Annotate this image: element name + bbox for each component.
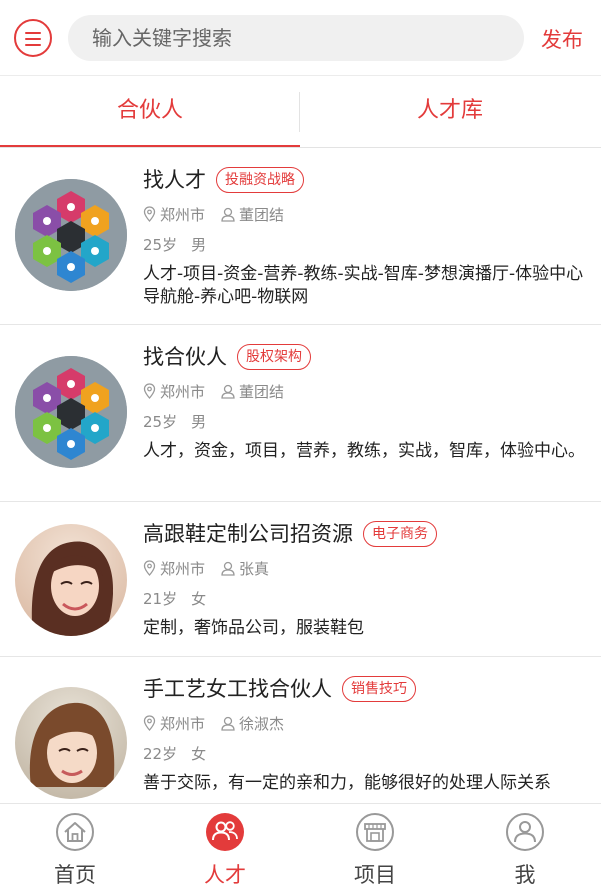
top-bar: 发布	[0, 0, 601, 76]
active-tab-indicator	[0, 145, 300, 147]
item-title[interactable]: 高跟鞋定制公司招资源 电子商务	[143, 518, 437, 548]
location-icon	[143, 560, 156, 576]
list-item[interactable]: 找合伙人 股权架构 郑州市 董团结 25岁男 人才，资金，项目，营养，教练，实战，智…	[0, 325, 601, 502]
item-title-text: 高跟鞋定制公司招资源	[143, 522, 353, 546]
avatar	[15, 524, 127, 636]
item-gender: 女	[191, 590, 207, 608]
item-meta: 郑州市 张真	[143, 558, 269, 579]
item-city: 郑州市	[160, 383, 206, 401]
publish-button[interactable]: 发布	[541, 24, 583, 54]
item-title-text: 找合伙人	[143, 345, 227, 369]
item-age: 25岁	[143, 236, 178, 254]
item-title-text: 找人才	[143, 168, 206, 192]
nav-me-label: 我	[514, 863, 536, 886]
user-icon	[221, 384, 235, 399]
menu-icon[interactable]	[14, 19, 52, 57]
bottom-nav: 首页 人才 项目 我	[0, 803, 601, 886]
item-age-gender: 21岁女	[143, 588, 206, 609]
item-description: 人才，资金，项目，营养，教练，实战，智库，体验中心。	[143, 441, 585, 461]
category-tag[interactable]: 投融资战略	[216, 167, 304, 193]
nav-projects[interactable]: 项目	[300, 804, 450, 886]
user-icon	[221, 716, 235, 731]
item-description: 人才-项目-资金-营养-教练-实战-智库-梦想演播厅-体验中心导航舱-养心吧-物…	[143, 264, 584, 307]
item-meta: 郑州市 董团结	[143, 381, 284, 402]
location-icon	[143, 383, 156, 399]
store-icon	[356, 813, 394, 851]
avatar	[15, 356, 127, 468]
item-age: 22岁	[143, 745, 178, 763]
tab-talent-pool[interactable]: 人才库	[300, 76, 600, 148]
list-item[interactable]: 高跟鞋定制公司招资源 电子商务 郑州市 张真 21岁女 定制，奢饰品公司，服装鞋包	[0, 502, 601, 657]
item-age-gender: 25岁男	[143, 411, 206, 432]
nav-projects-label: 项目	[354, 863, 396, 886]
tab-bar: 合伙人 人才库	[0, 76, 601, 148]
item-person: 董团结	[239, 206, 285, 224]
search-input[interactable]	[68, 15, 524, 61]
woman-photo-image	[15, 687, 127, 799]
search-box[interactable]	[68, 15, 524, 61]
item-gender: 男	[191, 236, 207, 254]
item-city: 郑州市	[160, 715, 206, 733]
user-icon	[221, 561, 235, 576]
item-title-text: 手工艺女工找合伙人	[143, 677, 332, 701]
avatar	[15, 179, 127, 291]
item-gender: 男	[191, 413, 207, 431]
location-icon	[143, 715, 156, 731]
user-icon	[221, 207, 235, 222]
item-city: 郑州市	[160, 560, 206, 578]
item-person: 董团结	[239, 383, 285, 401]
item-person: 徐淑杰	[239, 715, 285, 733]
location-icon	[143, 206, 156, 222]
list-item[interactable]: 找人才 投融资战略 郑州市 董团结 25岁男 人才-项目-资金-营养-教练-实战-智…	[0, 148, 601, 325]
item-meta: 郑州市 董团结	[143, 204, 284, 225]
category-tag[interactable]: 股权架构	[237, 344, 311, 370]
partner-list[interactable]: 找人才 投融资战略 郑州市 董团结 25岁男 人才-项目-资金-营养-教练-实战-智…	[0, 148, 601, 803]
hexagon-infographic-image	[15, 179, 127, 291]
item-age: 21岁	[143, 590, 178, 608]
avatar	[15, 687, 127, 799]
list-item[interactable]: 手工艺女工找合伙人 销售技巧 郑州市 徐淑杰 22岁女 善于交际，有一定的亲和力，能…	[0, 657, 601, 803]
item-title[interactable]: 手工艺女工找合伙人 销售技巧	[143, 673, 416, 703]
home-icon	[56, 813, 94, 851]
category-tag[interactable]: 电子商务	[363, 521, 437, 547]
item-meta: 郑州市 徐淑杰	[143, 713, 284, 734]
item-person: 张真	[239, 560, 270, 578]
people-icon	[206, 813, 244, 851]
item-description: 定制，奢饰品公司，服装鞋包	[143, 618, 364, 638]
item-age: 25岁	[143, 413, 178, 431]
item-age-gender: 25岁男	[143, 234, 206, 255]
item-title[interactable]: 找人才 投融资战略	[143, 164, 304, 194]
hexagon-infographic-image	[15, 356, 127, 468]
item-age-gender: 22岁女	[143, 743, 206, 764]
nav-talent[interactable]: 人才	[150, 804, 300, 886]
item-title[interactable]: 找合伙人 股权架构	[143, 341, 311, 371]
user-icon	[506, 813, 544, 851]
nav-home[interactable]: 首页	[0, 804, 150, 886]
item-gender: 女	[191, 745, 207, 763]
woman-photo-image	[15, 524, 127, 636]
nav-me[interactable]: 我	[450, 804, 600, 886]
category-tag[interactable]: 销售技巧	[342, 676, 416, 702]
item-city: 郑州市	[160, 206, 206, 224]
item-description: 善于交际，有一定的亲和力，能够很好的处理人际关系	[143, 773, 551, 793]
nav-talent-label: 人才	[204, 863, 246, 886]
nav-home-label: 首页	[54, 863, 96, 886]
tab-partners[interactable]: 合伙人	[0, 76, 300, 148]
